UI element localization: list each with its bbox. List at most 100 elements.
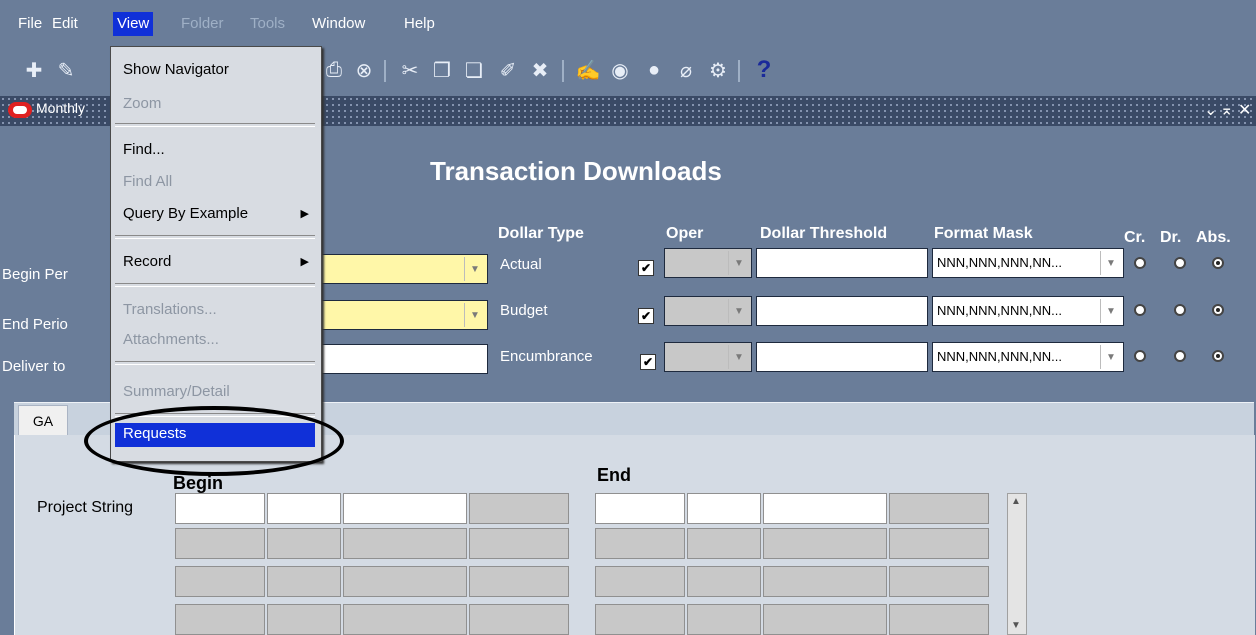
chevron-down-icon[interactable]: ▼: [728, 299, 749, 323]
menu-record[interactable]: Record: [123, 251, 171, 273]
actual-checkbox[interactable]: ✔: [638, 260, 654, 276]
menu-translations[interactable]: Translations...: [123, 299, 217, 321]
oper-select-budget[interactable]: ▼: [664, 296, 752, 326]
attachments-icon[interactable]: ⌀: [672, 56, 700, 84]
radio-abs-encumbrance[interactable]: [1212, 350, 1224, 362]
edit-field-icon[interactable]: ✍: [574, 56, 602, 84]
folder-tools-icon[interactable]: ⚙: [704, 56, 732, 84]
header-oper: Oper: [666, 225, 704, 242]
grid-cell: [469, 604, 569, 635]
grid-cell: [595, 566, 685, 597]
menu-edit[interactable]: Edit: [48, 12, 82, 36]
threshold-input-actual[interactable]: [756, 248, 928, 278]
window-title: Monthly: [36, 100, 86, 116]
radio-abs-actual[interactable]: [1212, 257, 1224, 269]
radio-dr-budget[interactable]: [1174, 304, 1186, 316]
tab-ga[interactable]: GA: [18, 405, 68, 438]
menu-summary-detail[interactable]: Summary/Detail: [123, 381, 230, 403]
menu-query-by-example[interactable]: Query By Example: [123, 203, 248, 225]
chevron-down-icon[interactable]: ▼: [464, 303, 485, 327]
radio-cr-budget[interactable]: [1134, 304, 1146, 316]
chevron-down-icon[interactable]: ▼: [728, 345, 749, 369]
dollar-type-actual: Actual: [500, 256, 542, 273]
begin-segment-4[interactable]: [469, 493, 569, 524]
radio-cr-encumbrance[interactable]: [1134, 350, 1146, 362]
end-segment-3[interactable]: [763, 493, 887, 524]
end-period-field[interactable]: ▼: [300, 300, 488, 330]
end-segment-4[interactable]: [889, 493, 989, 524]
view-menu: Show Navigator Zoom Find... Find All Que…: [110, 46, 322, 462]
format-mask-encumbrance[interactable]: NNN,NNN,NNN,NN... ▼: [932, 342, 1124, 372]
oper-select-encumbrance[interactable]: ▼: [664, 342, 752, 372]
translations-icon[interactable]: ●: [640, 56, 668, 84]
menu-help[interactable]: Help: [400, 12, 439, 36]
close-form-icon[interactable]: ⊗: [350, 56, 378, 84]
menu-folder[interactable]: Folder: [177, 12, 228, 36]
zoom-icon[interactable]: ◉: [606, 56, 634, 84]
copy-icon[interactable]: ❐: [428, 56, 456, 84]
grid-cell: [343, 566, 467, 597]
menu-window[interactable]: Window: [308, 12, 369, 36]
threshold-input-budget[interactable]: [756, 296, 928, 326]
new-record-icon[interactable]: ✚: [20, 56, 48, 84]
end-segment-2[interactable]: [687, 493, 761, 524]
header-dollar-threshold: Dollar Threshold: [760, 225, 888, 242]
threshold-input-encumbrance[interactable]: [756, 342, 928, 372]
paste-icon[interactable]: ❏: [460, 56, 488, 84]
grid-cell: [175, 566, 265, 597]
begin-segment-3[interactable]: [343, 493, 467, 524]
chevron-down-icon[interactable]: ▼: [464, 257, 485, 281]
menu-find[interactable]: Find...: [123, 139, 165, 161]
radio-dr-actual[interactable]: [1174, 257, 1186, 269]
dollar-type-budget: Budget: [500, 302, 548, 319]
deliver-to-field[interactable]: [300, 344, 488, 374]
menu-tools[interactable]: Tools: [246, 12, 289, 36]
chevron-down-icon[interactable]: ▼: [1100, 299, 1121, 323]
menu-separator: [115, 361, 315, 365]
scroll-up-icon[interactable]: ▲: [1011, 496, 1021, 507]
maximize-icon[interactable]: ⌅: [1220, 100, 1233, 120]
menu-attachments[interactable]: Attachments...: [123, 329, 219, 351]
menu-show-navigator[interactable]: Show Navigator: [123, 59, 229, 81]
menu-zoom[interactable]: Zoom: [123, 93, 161, 115]
header-format-mask: Format Mask: [934, 225, 1033, 242]
print-icon[interactable]: ⎙: [320, 56, 348, 84]
begin-segment-1[interactable]: [175, 493, 265, 524]
format-mask-budget[interactable]: NNN,NNN,NNN,NN... ▼: [932, 296, 1124, 326]
end-header: End: [597, 465, 631, 485]
minimize-icon[interactable]: ⌄: [1204, 100, 1217, 120]
radio-abs-budget[interactable]: [1212, 304, 1224, 316]
close-icon[interactable]: ✕: [1238, 100, 1251, 120]
header-dollar-type: Dollar Type: [498, 225, 584, 242]
menu-find-all[interactable]: Find All: [123, 171, 172, 193]
encumbrance-checkbox[interactable]: ✔: [640, 354, 656, 370]
form-title: Transaction Downloads: [430, 156, 722, 186]
radio-cr-actual[interactable]: [1134, 257, 1146, 269]
grid-cell: [595, 604, 685, 635]
help-icon[interactable]: ?: [750, 56, 778, 84]
menu-view[interactable]: View: [113, 12, 154, 36]
scroll-down-icon[interactable]: ▼: [1011, 620, 1021, 631]
grid-cell: [469, 528, 569, 559]
dollar-type-encumbrance: Encumbrance: [500, 348, 593, 365]
header-dr: Dr.: [1160, 229, 1182, 246]
oper-select-actual[interactable]: ▼: [664, 248, 752, 278]
cut-icon[interactable]: ✂: [396, 56, 424, 84]
chevron-down-icon[interactable]: ▼: [1100, 345, 1121, 369]
flashlight-icon[interactable]: ✎: [52, 56, 80, 84]
clear-field-icon[interactable]: ✐: [494, 56, 522, 84]
radio-dr-encumbrance[interactable]: [1174, 350, 1186, 362]
chevron-down-icon[interactable]: ▼: [728, 251, 749, 275]
grid-cell: [889, 604, 989, 635]
begin-segment-2[interactable]: [267, 493, 341, 524]
delete-record-icon[interactable]: ✖: [526, 56, 554, 84]
menu-file[interactable]: File: [14, 12, 46, 36]
begin-period-field[interactable]: ▼: [300, 254, 488, 284]
budget-checkbox[interactable]: ✔: [638, 308, 654, 324]
format-mask-actual[interactable]: NNN,NNN,NNN,NN... ▼: [932, 248, 1124, 278]
format-mask-value: NNN,NNN,NNN,NN...: [937, 303, 1062, 318]
vertical-scrollbar[interactable]: ▲ ▼: [1007, 493, 1027, 635]
chevron-down-icon[interactable]: ▼: [1100, 251, 1121, 275]
grid-cell: [343, 604, 467, 635]
end-segment-1[interactable]: [595, 493, 685, 524]
